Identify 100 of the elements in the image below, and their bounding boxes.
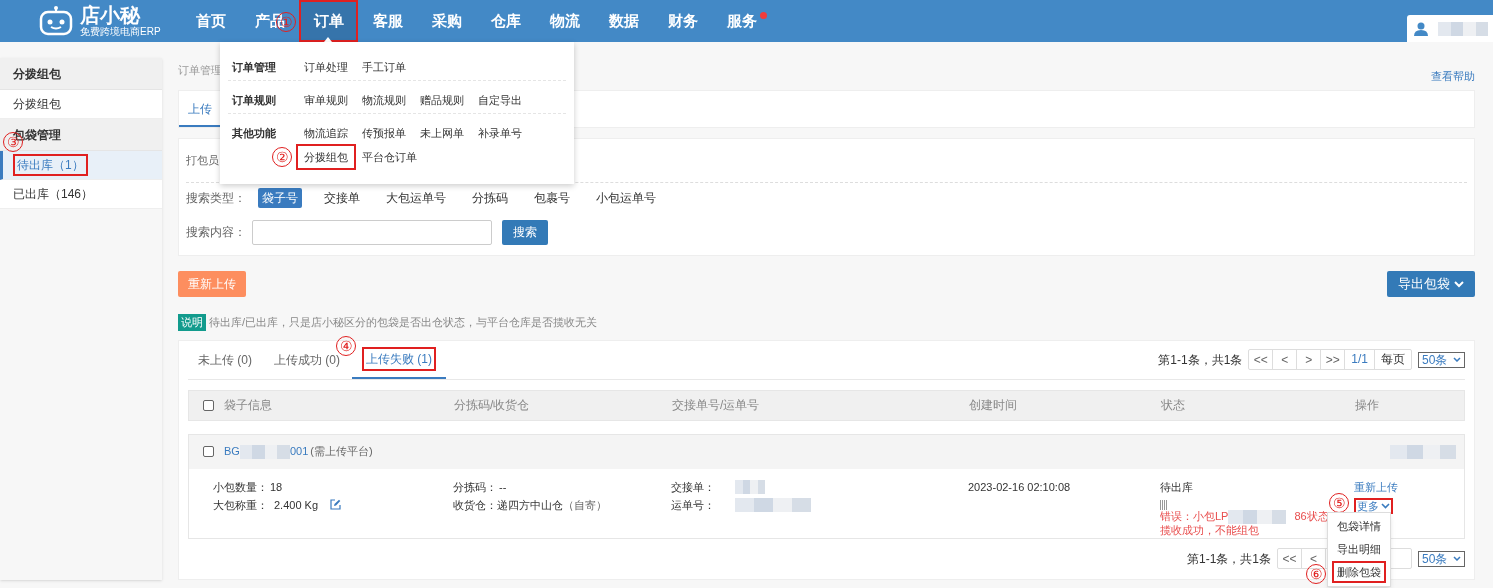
user-icon <box>1414 21 1428 36</box>
logo-tagline: 免费跨境电商ERP <box>80 27 161 37</box>
menu-group-title: 其他功能 <box>231 126 277 141</box>
page-button[interactable]: < <box>1273 350 1298 369</box>
page-button[interactable]: << <box>1249 350 1274 369</box>
field-value: 2.400 Kg <box>274 497 319 513</box>
menu-link[interactable]: 手工订单 <box>362 58 406 76</box>
menu-link[interactable]: 赠品规则 <box>420 91 464 109</box>
column-header: 创建时间 <box>969 397 1018 414</box>
reupload-link[interactable]: 重新上传 <box>1354 477 1398 496</box>
nav-item[interactable]: 客服 <box>358 0 417 42</box>
sidebar-heading: 分拨组包 <box>0 58 162 90</box>
sidebar-item[interactable]: 已出库（146） <box>0 180 162 209</box>
page-button[interactable]: < <box>1302 549 1326 568</box>
chevron-down-icon <box>1453 556 1461 561</box>
field-note: （自寄） <box>563 497 607 513</box>
bag-note: (需上传平台) <box>310 444 373 460</box>
column-header: 袋子信息 <box>224 397 273 414</box>
blurred-text <box>1390 444 1456 459</box>
menu-link[interactable]: 自定导出 <box>478 91 522 109</box>
per-page-select[interactable]: 50条 <box>1418 351 1465 368</box>
blurred-text <box>1438 21 1488 36</box>
search-type-option[interactable]: 小包运单号 <box>592 188 660 208</box>
status-text: 待出库 <box>1160 479 1193 495</box>
menu-link[interactable]: 物流规则 <box>362 91 406 109</box>
field-label: 运单号： <box>671 497 715 513</box>
filter-label: 搜索类型： <box>186 190 246 207</box>
field-label: 分拣码： <box>453 479 497 495</box>
nav-item[interactable]: 数据 <box>594 0 653 42</box>
menu-item[interactable]: 包袋详情 <box>1337 517 1381 535</box>
checkbox[interactable] <box>203 399 214 411</box>
field-label: 收货仓： <box>453 497 497 513</box>
menu-link[interactable]: 审单规则 <box>304 91 348 109</box>
column-header: 分拣码/收货仓 <box>454 397 531 414</box>
nav-item[interactable]: 仓库 <box>476 0 535 42</box>
blurred-text <box>239 444 290 459</box>
page-button[interactable]: << <box>1278 549 1302 568</box>
search-type-option[interactable]: 交接单 <box>320 188 364 208</box>
chevron-down-icon <box>1381 502 1390 509</box>
column-header: 操作 <box>1355 397 1380 414</box>
menu-item[interactable]: 导出明细 <box>1337 540 1381 558</box>
per-page-select[interactable]: 50条 <box>1418 550 1465 567</box>
nav-item[interactable]: 财务 <box>653 0 712 42</box>
note-text: 待出库/已出库，只是店小秘区分的包袋是否出仓状态，与平台仓库是否揽收无关 <box>209 315 598 330</box>
chevron-down-icon <box>1453 357 1461 362</box>
error-text: 错误：小包LP <box>1160 510 1229 523</box>
field-label: 小包数量： <box>213 479 268 495</box>
note-tag: 说明 <box>178 314 206 331</box>
nav-item[interactable]: 订单 <box>299 0 358 42</box>
page-button[interactable]: > <box>1297 350 1322 369</box>
per-page-label: 每页 <box>1380 351 1406 368</box>
menu-link[interactable]: 补录单号 <box>478 124 522 142</box>
nav-item[interactable]: 首页 <box>181 0 240 42</box>
logo-name: 店小秘 <box>80 5 142 25</box>
sidebar-item-label: 已出库（146） <box>13 186 94 203</box>
bag-id-link[interactable]: 001 <box>289 443 309 460</box>
search-type-option[interactable]: 分拣码 <box>468 188 512 208</box>
nav-item[interactable]: 服务 <box>712 0 771 42</box>
field-value: 18 <box>270 479 283 495</box>
sidebar-item[interactable]: 待出库（1） <box>0 151 162 180</box>
page-button[interactable]: >> <box>1321 350 1346 369</box>
field-value: 递四方中山仓 <box>497 497 563 513</box>
user-box[interactable] <box>1407 15 1493 42</box>
nav-item[interactable]: 物流 <box>535 0 594 42</box>
robot-logo-icon <box>38 6 74 36</box>
edit-icon[interactable] <box>330 499 342 510</box>
search-button[interactable]: 搜索 <box>502 219 548 245</box>
barcode-icon <box>1160 499 1168 510</box>
page-summary: 第1-1条，共1条 <box>1158 351 1243 369</box>
menu-link[interactable]: 平台仓订单 <box>362 148 417 166</box>
search-type-option[interactable]: 包裹号 <box>530 188 574 208</box>
nav-item[interactable]: 采购 <box>417 0 476 42</box>
menu-link[interactable]: 分拨组包 <box>296 144 356 170</box>
sidebar-item[interactable]: 分拨组包 <box>0 90 162 119</box>
page-summary: 第1-1条，共1条 <box>1186 550 1271 568</box>
menu-group-title: 订单管理 <box>231 60 277 75</box>
menu-link[interactable]: 未上网单 <box>420 124 464 142</box>
error-text: 揽收成功，不能组包 <box>1160 523 1259 537</box>
search-field[interactable] <box>252 219 492 245</box>
page-number: 1/1 <box>1345 350 1375 369</box>
menu-link[interactable]: 订单处理 <box>304 58 348 76</box>
column-header: 状态 <box>1161 397 1186 414</box>
menu-link[interactable]: 物流追踪 <box>304 124 348 142</box>
blurred-text <box>735 479 765 494</box>
chevron-down-icon <box>1454 280 1464 288</box>
created-time: 2023-02-16 02:10:08 <box>968 479 1072 495</box>
help-link[interactable]: 查看帮助 <box>1431 67 1475 84</box>
field-label: 大包称重： <box>213 497 268 513</box>
field-label: 交接单： <box>671 479 715 495</box>
search-type-option[interactable]: 大包运单号 <box>382 188 450 208</box>
export-button[interactable]: 导出包袋 <box>1387 271 1475 297</box>
blurred-text <box>1228 509 1287 524</box>
menu-link[interactable]: 传预报单 <box>362 124 406 142</box>
sidebar-item-label: 分拨组包 <box>13 96 61 113</box>
status-tab[interactable]: 未上传 (0) <box>188 340 262 379</box>
filter-label: 搜索内容： <box>186 224 242 241</box>
bag-id-link[interactable]: BG <box>224 443 240 460</box>
filter-label: 打包员 <box>186 153 219 169</box>
checkbox[interactable] <box>203 446 214 457</box>
search-type-option[interactable]: 袋子号 <box>258 188 302 208</box>
